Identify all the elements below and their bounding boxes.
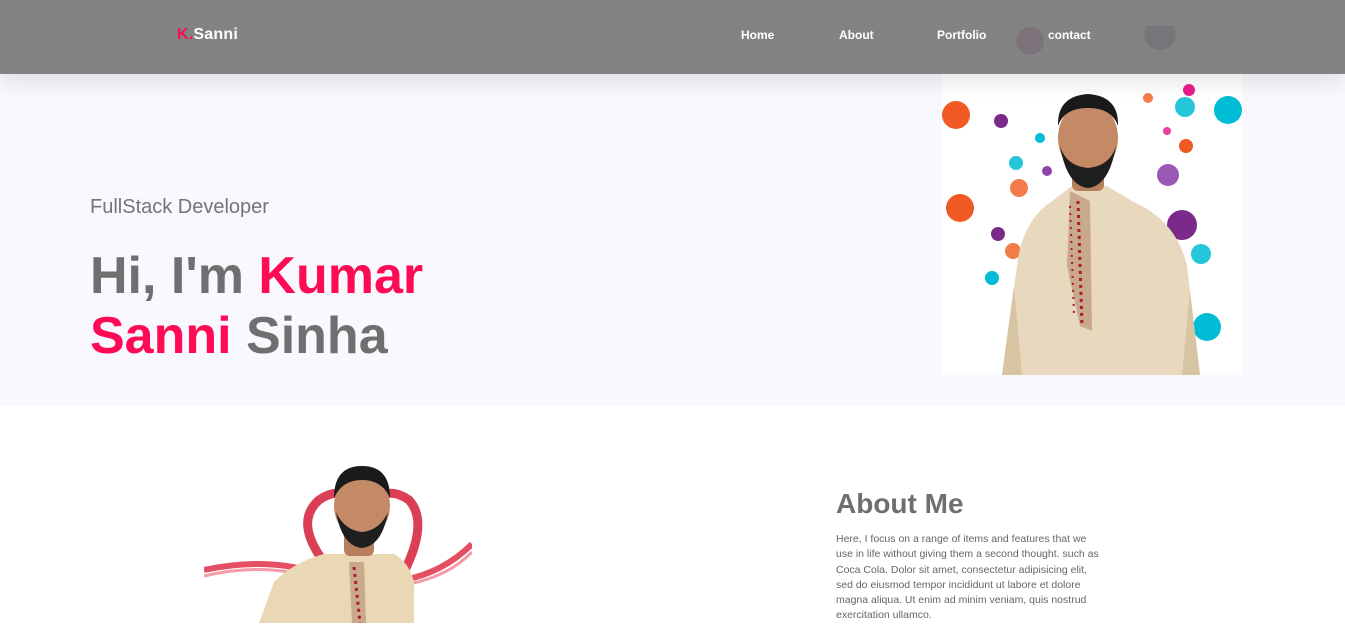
hero-name-first: Kumar xyxy=(258,247,424,305)
about-paragraph: Here, I focus on a range of items and fe… xyxy=(836,533,1099,622)
brand-prefix: K. xyxy=(177,26,194,43)
brand-name: Sanni xyxy=(193,26,238,43)
hero-greeting: Hi, I'm xyxy=(90,247,244,305)
top-navbar: K.Sanni Home About Portfolio contact xyxy=(0,0,1345,74)
hero-name-middle: Sanni xyxy=(90,307,232,365)
nav-link-home[interactable]: Home xyxy=(741,28,774,42)
hero-profile-photo xyxy=(942,26,1242,375)
about-profile-photo xyxy=(204,462,472,623)
about-heading: About Me xyxy=(836,488,964,519)
hero-photo-illustration xyxy=(942,26,1242,375)
nav-link-about[interactable]: About xyxy=(839,28,874,42)
nav-link-portfolio[interactable]: Portfolio xyxy=(937,28,986,42)
nav-link-contact[interactable]: contact xyxy=(1048,28,1091,42)
hero-subtitle: FullStack Developer xyxy=(90,196,269,218)
about-photo-illustration xyxy=(204,466,472,623)
hero-title: Hi, I'm Kumar Sanni Sinha xyxy=(90,246,510,366)
hero-name-last: Sinha xyxy=(246,307,388,365)
brand-logo[interactable]: K.Sanni xyxy=(177,26,238,44)
